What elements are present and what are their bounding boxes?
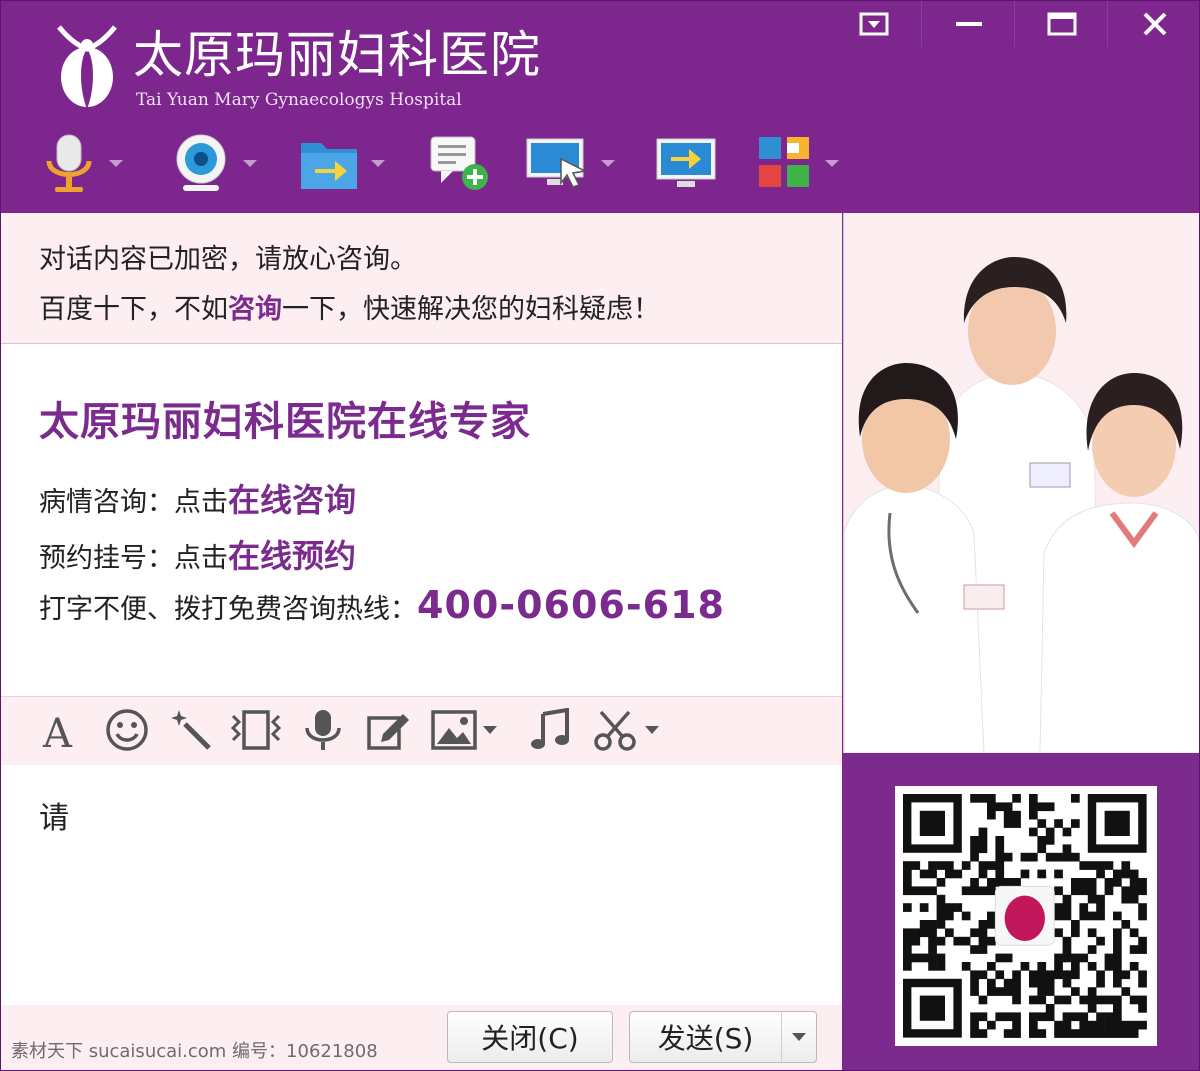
consult-row: 病情咨询：点击在线咨询 [39,475,356,521]
hospital-logo-icon [57,25,117,109]
chevron-down-icon[interactable] [483,726,497,734]
chevron-down-icon[interactable] [371,159,385,167]
emoji-icon [106,709,148,751]
expert-title: 太原玛丽妇科医院在线专家 [39,399,531,445]
notice-text: 一下，快速解决您的妇科疑虑！ [282,294,660,325]
send-file-icon [301,143,357,189]
chevron-down-icon[interactable] [601,159,615,167]
minimize-icon [955,22,982,26]
close-icon [1143,12,1166,36]
appointment-row: 预约挂号：点击在线预约 [39,531,356,577]
emoji-button[interactable] [105,707,149,753]
format-toolbar: A [1,696,842,766]
watermark-text: 素材天下 sucaisucai.com 编号：10621808 [11,1041,378,1062]
title-bar: 太原玛丽妇科医院 Tai Yuan Mary Gynaecologys Hosp… [1,1,1199,213]
hotline-number[interactable]: 400-0606-618 [417,583,725,627]
font-button[interactable]: A [39,707,81,753]
maximize-icon [1047,12,1076,36]
close-window-button[interactable] [1107,1,1199,47]
edit-note-button[interactable] [365,707,411,753]
shake-icon [230,710,282,750]
magic-button[interactable] [169,707,213,753]
input-text[interactable]: 请 [39,793,69,837]
menu-icon [859,12,888,36]
apps-button[interactable] [757,131,839,195]
image-button[interactable] [431,707,497,753]
chevron-down-icon[interactable] [243,159,257,167]
doctors-photo-image [844,257,1199,753]
voice-icon [305,710,341,750]
send-file-button[interactable] [299,131,385,195]
qr-code [895,786,1157,1046]
svg-text:A: A [42,711,73,751]
send-button[interactable]: 发送(S) [629,1011,782,1063]
encryption-notice: 对话内容已加密，请放心咨询。 百度十下，不如咨询一下，快速解决您的妇科疑虑！ [1,213,842,344]
shake-button[interactable] [229,707,283,753]
voice-call-button[interactable] [41,131,123,195]
doctors-photo-panel [843,213,1199,753]
window-menu-button[interactable] [827,1,920,47]
new-message-icon [430,136,488,190]
screenshot-scissors-icon [594,710,636,751]
screenshot-button[interactable] [593,707,659,753]
close-button[interactable]: 关闭(C) [447,1011,613,1063]
chevron-down-icon[interactable] [825,159,839,167]
microphone-icon [46,134,92,192]
consult-label: 病情咨询：点击 [39,487,228,518]
music-icon [531,708,569,749]
send-options-button[interactable] [781,1011,817,1063]
online-appointment-link[interactable]: 在线预约 [228,537,356,575]
online-consult-link[interactable]: 在线咨询 [228,481,356,519]
hospital-name-english: Tai Yuan Mary Gynaecologys Hospital [136,90,462,110]
maximize-button[interactable] [1014,1,1108,47]
hospital-name: 太原玛丽妇科医院 [133,26,541,84]
chevron-down-icon [792,1033,806,1041]
apps-grid-icon [759,137,809,187]
new-message-button[interactable] [427,131,491,195]
minimize-button[interactable] [921,1,1015,47]
notice-line-1: 对话内容已加密，请放心咨询。 [39,244,417,275]
appointment-label: 预约挂号：点击 [39,543,228,574]
screen-share-button[interactable] [655,131,719,195]
image-icon [431,710,477,750]
qr-code-image [903,794,1147,1038]
edit-note-icon [367,714,409,750]
font-icon: A [42,711,73,751]
chevron-down-icon[interactable] [109,159,123,167]
consult-highlight: 咨询 [228,294,282,325]
remote-assist-button[interactable] [525,131,615,195]
music-button[interactable] [529,707,571,753]
video-call-button[interactable] [171,131,257,195]
hotline-label: 打字不便、拨打免费咨询热线： [39,594,417,625]
screen-share-icon [656,138,716,187]
notice-text: 百度十下，不如 [39,294,228,325]
remote-assist-icon [526,138,588,188]
message-input[interactable] [1,765,842,1005]
notice-line-2: 百度十下，不如咨询一下，快速解决您的妇科疑虑！ [39,287,660,326]
voice-message-button[interactable] [303,707,343,753]
chat-window: 太原玛丽妇科医院 Tai Yuan Mary Gynaecologys Hosp… [0,0,1200,1071]
hotline-row: 打字不便、拨打免费咨询热线：400-0606-618 [39,583,725,627]
magic-wand-icon [171,710,211,750]
chevron-down-icon[interactable] [645,726,659,734]
webcam-icon [176,134,226,191]
